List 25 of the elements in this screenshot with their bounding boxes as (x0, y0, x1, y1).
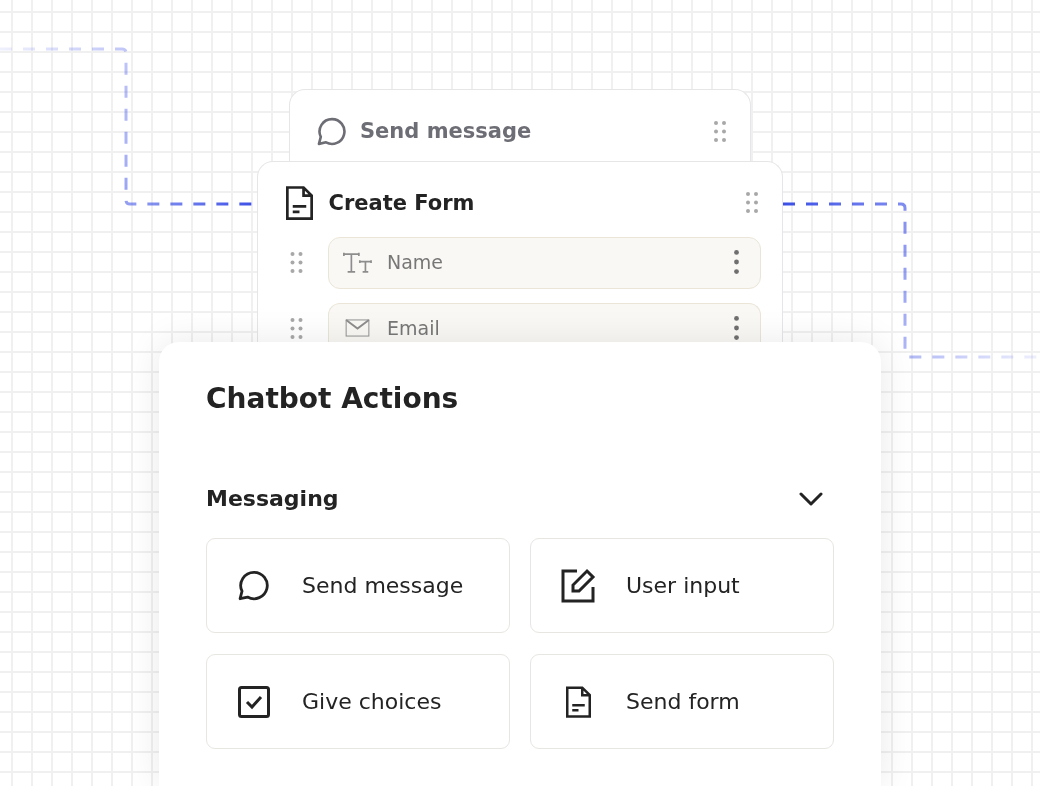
envelope-icon (344, 319, 370, 337)
document-icon (285, 185, 313, 220)
panel-title: Chatbot Actions (206, 381, 460, 417)
drag-handle-icon[interactable] (713, 120, 726, 142)
form-field[interactable]: Name (327, 236, 761, 289)
node-title: Send message (360, 118, 533, 145)
drag-handle-icon[interactable] (745, 192, 758, 213)
field-label: Email (387, 316, 441, 340)
node-title: Create Form (328, 189, 476, 217)
action-tile[interactable]: Give choices (206, 654, 510, 749)
action-tile[interactable]: Send message (206, 538, 510, 633)
more-options-icon[interactable] (733, 250, 739, 274)
field-label: Name (387, 250, 445, 274)
chat-bubble-icon (317, 116, 347, 146)
section-title: Messaging (206, 485, 339, 513)
drag-handle-icon[interactable] (289, 252, 303, 273)
more-options-icon[interactable] (733, 316, 739, 340)
text-size-icon (342, 250, 372, 274)
drag-handle-icon[interactable] (289, 318, 303, 339)
action-tile[interactable]: User input (530, 538, 834, 633)
checkbox-icon (238, 685, 270, 718)
chat-bubble-icon (238, 570, 270, 601)
chevron-down-icon[interactable] (799, 492, 823, 506)
form-field[interactable]: Email (327, 302, 761, 342)
action-tile[interactable]: Send form (530, 654, 834, 749)
